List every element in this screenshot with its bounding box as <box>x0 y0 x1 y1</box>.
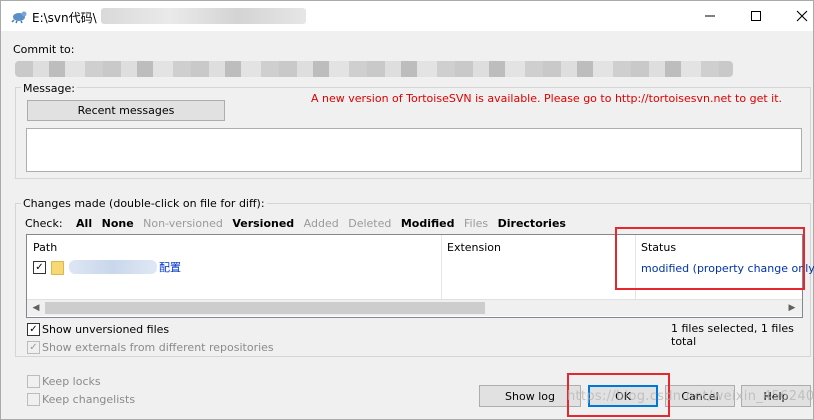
column-divider[interactable] <box>441 235 442 299</box>
minimize-button[interactable] <box>687 1 733 31</box>
commit-to-label: Commit to: <box>13 43 75 56</box>
check-label: Check: <box>25 217 63 230</box>
recent-messages-button[interactable]: Recent messages <box>27 100 225 121</box>
scrollbar-thumb[interactable] <box>45 302 485 314</box>
filter-all[interactable]: All <box>76 217 92 230</box>
show-externals-label: Show externals from different repositori… <box>42 341 274 354</box>
minimize-icon <box>705 15 715 17</box>
check-filter-bar: Check: All None Non-versioned Versioned … <box>25 217 572 230</box>
show-unversioned-checkbox[interactable]: ✓ <box>27 323 40 336</box>
filter-files[interactable]: Files <box>464 217 488 230</box>
window-title: E:\svn代码\ <box>32 11 97 25</box>
filter-deleted[interactable]: Deleted <box>348 217 391 230</box>
row-checkbox[interactable]: ✓ <box>33 261 46 274</box>
message-input[interactable] <box>26 128 802 172</box>
commit-dialog: E:\svn代码\ Commit to: Message: Recent mes… <box>0 0 814 420</box>
filter-directories[interactable]: Directories <box>498 217 566 230</box>
horizontal-scrollbar[interactable]: ◀ ▶ <box>27 299 802 316</box>
keep-locks-label: Keep locks <box>42 375 101 388</box>
status-highlight-box <box>615 227 805 290</box>
message-label: Message: <box>21 82 77 95</box>
scroll-right-icon[interactable]: ▶ <box>785 302 799 314</box>
maximize-icon <box>751 11 761 21</box>
filter-non-versioned[interactable]: Non-versioned <box>143 217 223 230</box>
filter-none[interactable]: None <box>102 217 134 230</box>
file-name: 配置 <box>159 261 181 274</box>
scroll-left-icon[interactable]: ◀ <box>29 302 43 314</box>
keep-locks-checkbox[interactable] <box>27 375 40 388</box>
keep-changelists-checkbox[interactable] <box>27 393 40 406</box>
show-externals-checkbox[interactable]: ✓ <box>27 341 40 354</box>
changes-label: Changes made (double-click on file for d… <box>21 197 267 210</box>
show-log-button[interactable]: Show log <box>479 385 581 407</box>
show-unversioned-label: Show unversioned files <box>42 323 170 336</box>
filter-added[interactable]: Added <box>304 217 339 230</box>
column-path[interactable]: Path <box>33 241 57 254</box>
close-icon <box>796 10 808 22</box>
keep-changelists-label: Keep changelists <box>42 393 136 406</box>
update-notice: A new version of TortoiseSVN is availabl… <box>311 92 783 105</box>
commit-url-redacted <box>15 61 733 77</box>
file-name-redacted <box>69 260 157 274</box>
title-bar: E:\svn代码\ <box>1 1 813 31</box>
selection-summary: 1 files selected, 1 files total <box>671 322 794 348</box>
maximize-button[interactable] <box>733 1 779 31</box>
column-extension[interactable]: Extension <box>447 241 501 254</box>
folder-icon <box>51 261 64 275</box>
close-button[interactable] <box>779 1 814 31</box>
filter-versioned[interactable]: Versioned <box>232 217 294 230</box>
title-path-redacted <box>101 8 306 24</box>
watermark: https://blog.csdn.net/weixin_45624070 <box>567 389 814 404</box>
tortoise-svn-icon <box>11 11 27 24</box>
filter-modified[interactable]: Modified <box>401 217 455 230</box>
